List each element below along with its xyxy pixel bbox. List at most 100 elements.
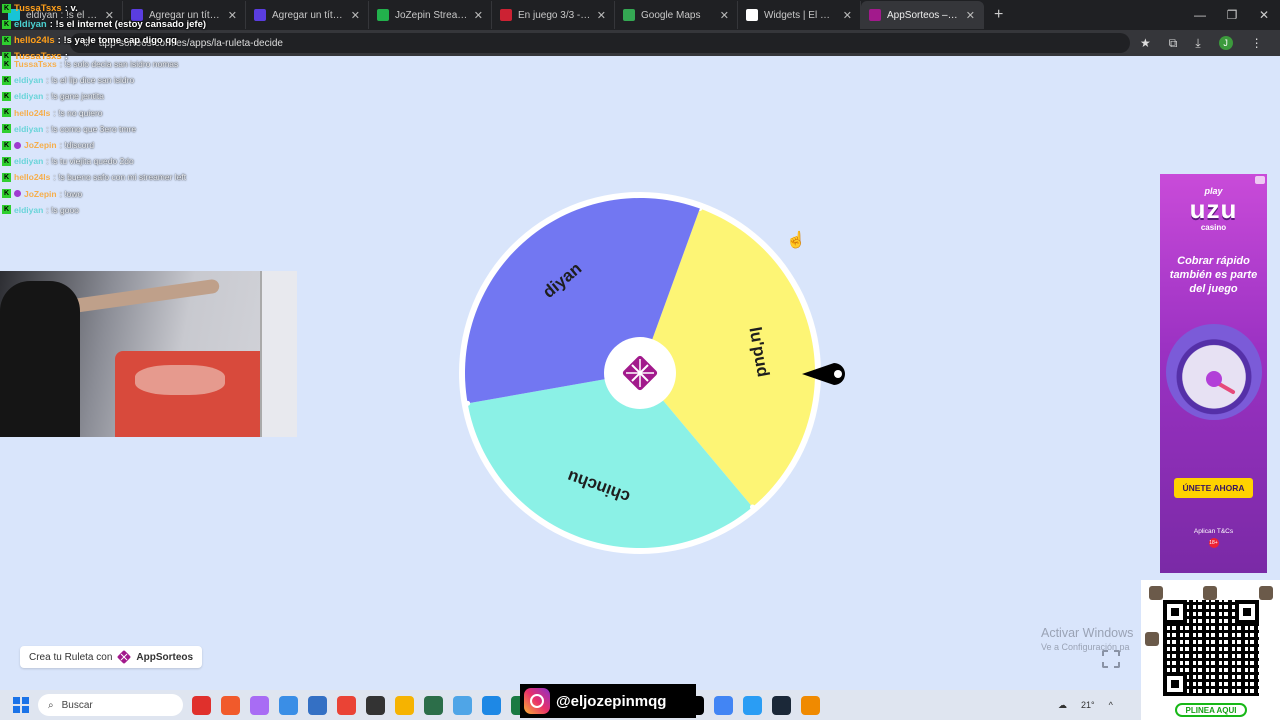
vip-badge-icon	[14, 190, 21, 198]
chat-text: : !s como que 3ero tmre	[46, 123, 137, 134]
tab-close-icon[interactable]: ✕	[474, 9, 483, 22]
chat-username: hello24ls	[14, 172, 51, 183]
chat-username: eldiyan	[14, 91, 44, 102]
wheel-peg	[465, 400, 471, 406]
taskbar-app-icon[interactable]	[250, 695, 269, 715]
weather-icon[interactable]: ☁	[1058, 700, 1067, 711]
minimize-button[interactable]: —	[1184, 8, 1216, 22]
ad-choices-icon[interactable]	[1255, 176, 1265, 184]
kick-badge-icon: K	[2, 124, 11, 134]
speedometer-icon	[1165, 324, 1262, 420]
browser-tab[interactable]: Widgets | El mejor so ✕	[738, 1, 861, 29]
gauge-hub	[1205, 371, 1222, 387]
ad-casino-text: casino	[1200, 223, 1227, 232]
vip-badge-icon	[14, 141, 21, 149]
tab-close-icon[interactable]: ✕	[843, 9, 852, 22]
chat-text: : !owo	[59, 188, 83, 199]
qr-code	[1163, 600, 1259, 696]
tab-close-icon[interactable]: ✕	[720, 9, 729, 22]
taskbar-app-icon[interactable]	[453, 695, 472, 715]
toolbar-icons: ★ ⧉ ⤓ J ⋮	[1140, 36, 1263, 51]
taskbar-app-icon[interactable]	[221, 695, 240, 715]
menu-kebab-icon[interactable]: ⋮	[1251, 36, 1263, 50]
chat-username: hello24ls	[14, 107, 51, 118]
extensions-icon[interactable]: ⧉	[1169, 36, 1178, 51]
windows-start-icon[interactable]	[13, 697, 29, 713]
taskbar-app-icon[interactable]	[772, 695, 791, 715]
webcam-person	[0, 281, 80, 437]
webcam-door	[260, 271, 297, 437]
qr-finder	[1163, 600, 1187, 624]
tab-favicon-icon	[869, 9, 881, 21]
chat-text: : !discord	[59, 140, 95, 151]
activate-windows-watermark: Activar Windows Ve a Configuración pa	[1041, 626, 1133, 652]
chat-username: eldiyan	[14, 204, 44, 215]
download-icon[interactable]: ⤓	[1195, 36, 1200, 51]
chat-username: JoZepin	[24, 188, 57, 199]
tab-title: Google Maps	[641, 9, 701, 21]
kick-badge-icon: K	[2, 205, 11, 215]
kick-badge-icon: K	[2, 3, 11, 13]
ad-cta-button[interactable]: ÚNETE AHORA	[1174, 478, 1253, 498]
taskbar-search[interactable]: ⌕ Buscar	[38, 694, 183, 716]
tab-close-icon[interactable]: ✕	[597, 9, 606, 22]
qr-label: PLINEA AQUI	[1175, 703, 1247, 717]
qr-deco-sticker	[1203, 586, 1217, 600]
taskbar-app-icon[interactable]	[337, 695, 356, 715]
casino-ad-banner[interactable]: play uzu casino Cobrar rápido también es…	[1160, 174, 1267, 573]
taskbar-app-icon[interactable]	[395, 695, 414, 715]
window-controls: — ❐ ✕	[1184, 0, 1280, 30]
taskbar-app-icon[interactable]	[308, 695, 327, 715]
chat-message: K TussaTsxs: !s solo decia san isidro nom…	[2, 56, 302, 72]
bookmark-star-icon[interactable]: ★	[1140, 36, 1151, 50]
instagram-icon	[524, 688, 550, 714]
ad-terms: Aplican T&Cs	[1193, 528, 1234, 535]
kick-badge-icon: K	[2, 189, 11, 199]
tab-close-icon[interactable]: ✕	[351, 9, 360, 22]
taskbar-app-icon[interactable]	[482, 695, 501, 715]
browser-tab[interactable]: AppSorteos – La Rule ✕	[861, 1, 984, 29]
mouse-cursor-icon: ☝	[786, 232, 806, 249]
tab-close-icon[interactable]: ✕	[966, 9, 975, 22]
create-wheel-badge[interactable]: Crea tu Ruleta con AppSorteos	[20, 646, 203, 668]
taskbar-app-icon[interactable]	[743, 695, 762, 715]
chat-message: Khello24ls: !s ya le tome cap digo qq	[2, 32, 302, 48]
qr-deco-sticker	[1145, 632, 1159, 646]
new-tab-button[interactable]: +	[984, 6, 1013, 24]
weather-temp: 21°	[1081, 700, 1095, 710]
taskbar-app-icon[interactable]	[279, 695, 298, 715]
search-icon: ⌕	[48, 699, 54, 711]
chat-username: eldiyan	[14, 75, 44, 86]
taskbar-app-icon[interactable]	[801, 695, 820, 715]
chat-message: Keldiyan: !s el lip dice san isidro	[2, 72, 302, 88]
system-tray: ☁ 21° ^	[1058, 690, 1113, 720]
tab-favicon-icon	[746, 9, 758, 21]
tab-title: En juego 3/3 - Make	[518, 9, 591, 21]
tray-overflow-icon[interactable]: ^	[1109, 700, 1113, 710]
chat-text: : !s tu viejita quedo 2do	[46, 156, 134, 167]
browser-tab[interactable]: Google Maps ✕	[615, 1, 738, 29]
spin-wheel-svg[interactable]: lu'pudchinchudiyan	[457, 190, 823, 556]
chat-message: Keldiyan: !s gooo	[2, 202, 302, 218]
browser-tab[interactable]: JoZepin Stream - Wa ✕	[369, 1, 492, 29]
chat-username: JoZepin	[24, 140, 57, 151]
close-window-button[interactable]: ✕	[1248, 8, 1280, 22]
kick-badge-icon: K	[2, 172, 11, 182]
taskbar-app-icon[interactable]	[424, 695, 443, 715]
kick-badge-icon: K	[2, 19, 11, 29]
chat-text: : !s no quiero	[53, 107, 103, 118]
maximize-button[interactable]: ❐	[1216, 8, 1248, 22]
taskbar-app-icon[interactable]	[366, 695, 385, 715]
qr-deco-sticker	[1259, 586, 1273, 600]
profile-avatar[interactable]: J	[1218, 36, 1233, 50]
taskbar-app-icon[interactable]	[192, 695, 211, 715]
age-restriction-badge: 18+	[1208, 538, 1219, 548]
chat-message: Keldiyan: !s gane jentita	[2, 88, 302, 104]
qr-finder	[1235, 600, 1259, 624]
taskbar-app-icon[interactable]	[714, 695, 733, 715]
chat-message: Khello24ls: !s bueno safo con mi streame…	[2, 169, 302, 185]
spin-wheel[interactable]: lu'pud chinchu diyan	[457, 190, 823, 556]
chat-username: TussaTsxs	[14, 59, 57, 70]
fullscreen-icon[interactable]	[1102, 650, 1120, 668]
browser-tab[interactable]: En juego 3/3 - Make ✕	[492, 1, 615, 29]
